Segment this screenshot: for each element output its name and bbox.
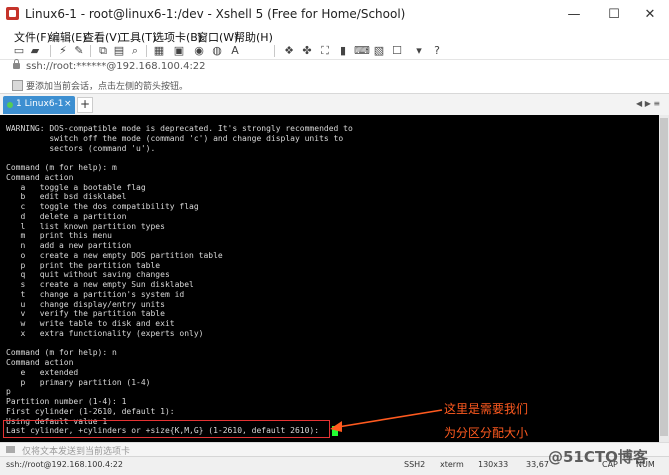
status-connection: ssh://root@192.168.100.4:22 [6,460,123,469]
disconnect-icon[interactable]: ✎ [72,44,86,57]
menu-bar: 文件(F) 编辑(E) 查看(V) 工具(T) 选项卡(B) 窗口(W) 帮助(… [0,28,669,44]
close-button[interactable]: ✕ [631,0,669,28]
add-session-arrow-icon[interactable] [12,80,23,91]
send-to-tab-icon[interactable] [6,446,15,453]
lock-screen-icon[interactable]: ▮ [336,44,350,57]
highlight-box [3,420,330,438]
annotation-text-line1: 这里是需要我们 [444,402,529,416]
properties-icon[interactable]: ▣ [172,44,186,57]
watermark: @51CTO博客 [548,448,648,466]
connected-status-icon [7,102,13,108]
minimize-button[interactable]: — [555,0,593,28]
toolbar-separator [50,45,51,57]
globe-icon[interactable]: ◍ [210,44,224,57]
open-folder-icon[interactable]: ▰ [28,44,42,57]
status-cursor-position: 33,67 [526,460,549,469]
status-terminal-type: xterm [440,460,464,469]
script-icon[interactable]: ▧ [372,44,386,57]
copy-icon[interactable]: ⧉ [96,44,110,57]
address-bar[interactable]: ssh://root:******@192.168.100.4:22 [0,59,669,78]
address-field[interactable]: ssh://root:******@192.168.100.4:22 [26,61,206,72]
window-title: Linux6-1 - root@linux6-1:/dev - Xshell 5… [25,7,406,21]
settings-icon[interactable]: ▾ [412,44,426,57]
lock-icon [13,59,20,69]
toolbar-separator [146,45,147,57]
help-icon[interactable]: ? [430,44,444,57]
scrollbar-thumb[interactable] [660,118,668,436]
menu-file[interactable]: 文件(F) [14,29,51,45]
new-tab-button[interactable]: + [77,97,93,113]
tab-bar: 1 Linux6-1 × + ◀ ▶ ≡ [0,93,669,115]
find-icon[interactable]: ⌕ [128,44,142,57]
menu-tabs[interactable]: 选项卡(B) [153,29,202,45]
fullscreen-icon[interactable]: ⛶ [318,44,332,57]
menu-edit[interactable]: 编辑(E) [49,29,87,45]
status-size: 130x33 [478,460,509,469]
terminal-pane[interactable]: WARNING: DOS-compatible mode is deprecat… [0,115,659,442]
tab-label: 1 Linux6-1 [16,99,64,109]
title-bar: Linux6-1 - root@linux6-1:/dev - Xshell 5… [0,0,669,28]
color-scheme-icon[interactable]: ◉ [192,44,206,57]
toolbar-separator [274,45,275,57]
menu-view[interactable]: 查看(V) [83,29,121,45]
print-icon[interactable]: ▦ [152,44,166,57]
annotation-arrow [330,409,443,432]
menu-tools[interactable]: 工具(T) [119,29,156,45]
xshell-app-icon[interactable] [6,7,19,20]
hint-text: 要添加当前会话，点击左侧的箭头按钮。 [26,82,189,92]
tab-linux6-1[interactable]: 1 Linux6-1 × [3,96,75,114]
hint-bar: 要添加当前会话，点击左侧的箭头按钮。 [0,77,669,93]
toolbar-separator [90,45,91,57]
new-session-icon[interactable]: ▭ [12,44,26,57]
maximize-button[interactable]: ☐ [595,0,633,28]
transfer-icon[interactable]: ✤ [300,44,314,57]
menu-help[interactable]: 帮助(H) [234,29,273,45]
compose-icon[interactable]: ☐ [390,44,404,57]
toolbar: ▭ ▰ ⚡ ✎ ⧉ ▤ ⌕ ▦ ▣ ◉ ◍ A ❖ ✤ ⛶ ▮ ⌨ ▧ ☐ ▾ … [0,44,669,59]
tab-nav-arrows-icon[interactable]: ◀ ▶ ≡ [636,99,660,108]
keyboard-icon[interactable]: ⌨ [354,44,370,57]
connect-icon[interactable]: ⚡ [56,44,70,57]
terminal-output: WARNING: DOS-compatible mode is deprecat… [6,124,353,436]
tab-close-icon[interactable]: × [64,99,72,109]
annotation-text-line2: 为分区分配大小 [444,426,529,440]
menu-window[interactable]: 窗口(W) [197,29,238,45]
status-protocol: SSH2 [404,460,426,469]
font-icon[interactable]: A [228,44,242,57]
xftp-icon[interactable]: ❖ [282,44,296,57]
paste-icon[interactable]: ▤ [112,44,126,57]
